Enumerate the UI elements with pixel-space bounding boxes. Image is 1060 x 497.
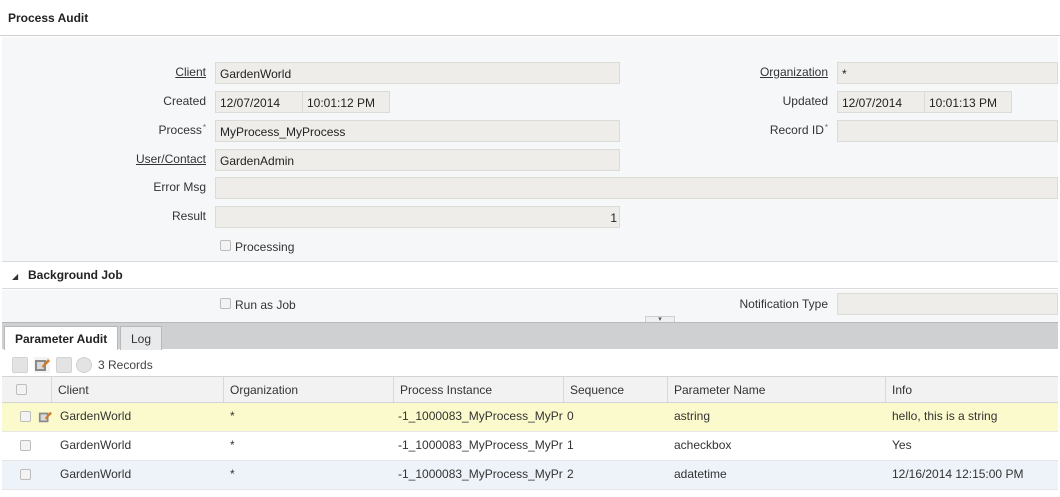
row-checkbox[interactable]	[20, 411, 31, 422]
cell-client: GardenWorld	[60, 467, 132, 481]
grid-header: Client Organization Process Instance Seq…	[2, 376, 1058, 403]
cell-info: hello, this is a string	[892, 409, 998, 423]
cell-process-instance: -1_1000083_MyProcess_MyPr	[398, 438, 563, 452]
window-title-bar: Process Audit	[0, 0, 1060, 36]
organization-label[interactable]: Organization	[742, 65, 828, 79]
user-contact-field[interactable]: GardenAdmin	[215, 149, 620, 171]
error-msg-label: Error Msg	[153, 180, 206, 194]
client-label[interactable]: Client	[162, 65, 206, 79]
window-title: Process Audit	[8, 11, 89, 25]
process-label-text: Process	[158, 123, 202, 137]
table-row[interactable]: GardenWorld * -1_1000083_MyProcess_MyPr …	[2, 432, 1058, 461]
table-row[interactable]: GardenWorld * -1_1000083_MyProcess_MyPr …	[2, 461, 1058, 490]
cell-parameter-name: acheckbox	[674, 438, 732, 452]
created-label: Created	[163, 94, 206, 108]
detail-tab-bar: Parameter Audit Log	[2, 322, 1058, 351]
background-job-section-header[interactable]: ◢ Background Job	[2, 261, 1058, 289]
cell-info: Yes	[892, 438, 912, 452]
column-header-info[interactable]: Info	[886, 377, 1058, 402]
cell-client: GardenWorld	[60, 409, 132, 423]
cell-sequence: 2	[567, 467, 574, 481]
cell-sequence: 0	[567, 409, 574, 423]
cell-client: GardenWorld	[60, 438, 132, 452]
cell-organization: *	[230, 409, 235, 423]
delete-record-icon[interactable]	[56, 357, 72, 373]
process-required-mark: *	[202, 123, 206, 132]
edit-record-icon[interactable]	[34, 357, 50, 373]
grid-toolbar: 3 Records	[2, 350, 1058, 377]
row-checkbox[interactable]	[20, 469, 31, 480]
notification-type-field[interactable]	[837, 293, 1058, 315]
cell-process-instance: -1_1000083_MyProcess_MyPr	[398, 409, 563, 423]
cell-parameter-name: astring	[674, 409, 711, 423]
record-id-label-text: Record ID	[769, 123, 824, 137]
record-id-field[interactable]	[837, 120, 1058, 142]
row-edit-svg	[38, 411, 52, 423]
table-row[interactable]: GardenWorld * -1_1000083_MyProcess_MyPr …	[2, 403, 1058, 432]
cell-process-instance: -1_1000083_MyProcess_MyPr	[398, 467, 563, 481]
run-as-job-label: Run as Job	[235, 298, 296, 312]
column-header-process-instance[interactable]: Process Instance	[394, 377, 564, 402]
select-all-checkbox[interactable]	[16, 384, 27, 395]
result-field[interactable]: 1	[215, 206, 620, 228]
updated-time-field: 10:01:13 PM	[924, 91, 1012, 113]
cell-info: 12/16/2014 12:15:00 PM	[892, 467, 1024, 481]
record-id-required-mark: *	[824, 123, 828, 132]
record-count: 3 Records	[98, 358, 153, 372]
organization-field[interactable]: *	[837, 62, 1058, 84]
refresh-icon[interactable]	[76, 357, 92, 373]
tab-log[interactable]: Log	[120, 326, 163, 350]
process-audit-form: Client GardenWorld Organization * Create…	[2, 37, 1058, 261]
run-as-job-checkbox[interactable]	[220, 298, 231, 309]
cell-organization: *	[230, 438, 235, 452]
user-contact-label[interactable]: User/Contact	[122, 152, 206, 166]
cell-sequence: 1	[567, 438, 574, 452]
processing-checkbox[interactable]	[220, 240, 231, 251]
background-job-panel: Run as Job Notification Type	[2, 290, 1058, 322]
client-field[interactable]: GardenWorld	[215, 62, 620, 84]
column-header-parameter-name[interactable]: Parameter Name	[668, 377, 886, 402]
select-all-cell	[2, 377, 52, 402]
created-date-field: 12/07/2014	[215, 91, 303, 113]
new-record-icon[interactable]	[12, 357, 28, 373]
tab-parameter-audit[interactable]: Parameter Audit	[4, 326, 119, 351]
collapse-triangle-icon[interactable]: ◢	[12, 272, 18, 281]
cell-parameter-name: adatetime	[674, 467, 727, 481]
process-label: Process*	[142, 123, 206, 137]
parameter-audit-grid: Client Organization Process Instance Seq…	[2, 376, 1058, 497]
notification-type-label: Notification Type	[739, 297, 829, 311]
column-header-organization[interactable]: Organization	[224, 377, 394, 402]
error-msg-field[interactable]	[215, 177, 1058, 199]
updated-label: Updated	[782, 94, 828, 108]
column-header-sequence[interactable]: Sequence	[564, 377, 668, 402]
row-edit-icon[interactable]	[38, 410, 52, 424]
record-id-label: Record ID*	[752, 123, 828, 137]
updated-date-field: 12/07/2014	[837, 91, 925, 113]
cell-organization: *	[230, 467, 235, 481]
edit-record-svg	[35, 359, 50, 371]
created-time-field: 10:01:12 PM	[302, 91, 390, 113]
result-label: Result	[171, 209, 206, 223]
column-header-client[interactable]: Client	[52, 377, 224, 402]
row-checkbox[interactable]	[20, 440, 31, 451]
processing-label: Processing	[235, 240, 295, 254]
process-field[interactable]: MyProcess_MyProcess	[215, 120, 620, 142]
background-job-title: Background Job	[28, 268, 123, 282]
